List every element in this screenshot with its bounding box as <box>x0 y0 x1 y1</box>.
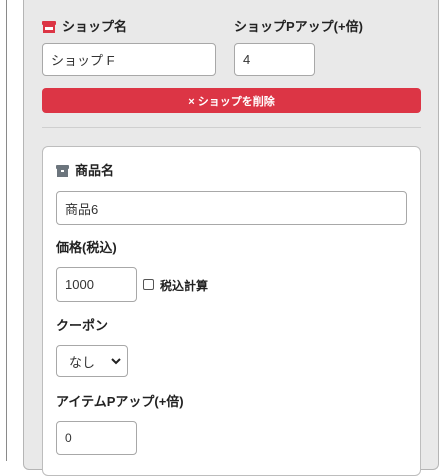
shop-points-input[interactable]: 4 <box>234 43 315 76</box>
item-name-value: 商品6 <box>65 201 99 217</box>
delete-shop-button[interactable]: × ショップを削除 <box>42 88 421 113</box>
coupon-label: クーポン <box>56 318 109 333</box>
item-points-input[interactable]: 0 <box>56 421 137 455</box>
item-points-value: 0 <box>65 431 72 445</box>
shop-points-label: ショップPアップ(+倍) <box>234 19 363 34</box>
chevron-down-icon <box>111 355 121 370</box>
shop-points-value: 4 <box>243 52 251 67</box>
shop-name-label: ショップ名 <box>42 16 127 36</box>
shop-name-input[interactable]: ショップ F <box>42 43 216 76</box>
coupon-selected-value: なし <box>69 354 96 370</box>
tax-calc-label: 税込計算 <box>160 279 209 293</box>
page-divider-line <box>6 0 7 461</box>
store-icon <box>42 21 56 36</box>
shop-name-label-text: ショップ名 <box>62 19 128 34</box>
section-separator <box>42 127 421 128</box>
coupon-select[interactable]: なし <box>56 345 128 377</box>
box-icon <box>56 165 69 180</box>
item-points-label: アイテムPアップ(+倍) <box>56 394 184 409</box>
price-label: 価格(税込) <box>56 240 117 255</box>
shop-name-value: ショップ F <box>51 53 115 68</box>
item-name-label-text: 商品名 <box>75 163 115 178</box>
item-name-label: 商品名 <box>56 160 114 180</box>
item-name-input[interactable]: 商品6 <box>56 191 407 225</box>
price-value: 1000 <box>65 277 94 292</box>
price-input[interactable]: 1000 <box>56 267 137 302</box>
tax-calc-checkbox[interactable] <box>143 279 154 290</box>
